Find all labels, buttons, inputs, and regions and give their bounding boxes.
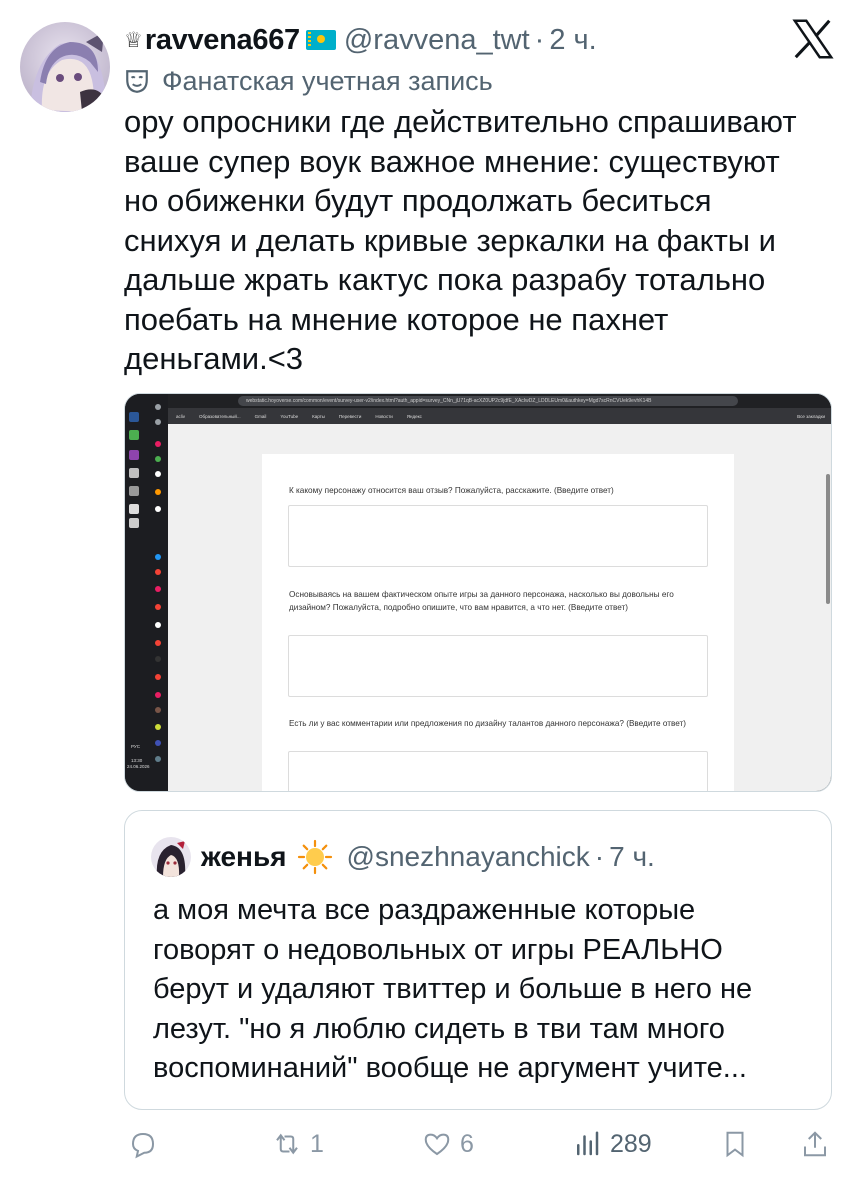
toolbar-dot: [155, 707, 161, 713]
views-count: 289: [610, 1129, 652, 1158]
toolbar-dot: [155, 456, 161, 462]
share-icon: [804, 1131, 826, 1157]
toolbar-dot: [155, 506, 161, 512]
tweet-header: ♕ ravvena667 @ravvena_twt · 2 ч.: [124, 20, 597, 60]
author-avatar[interactable]: [20, 22, 110, 112]
toolbar-dot: [155, 656, 161, 662]
question-label: Есть ли у вас комментарии или предложени…: [289, 719, 687, 728]
taskbar-time: 13:30: [131, 758, 143, 763]
x-logo-icon: [792, 19, 834, 59]
page-scrollbar[interactable]: [826, 474, 830, 604]
bookmark-button[interactable]: [720, 1124, 750, 1164]
bookmark-item: Перевести: [338, 413, 362, 419]
quoted-tweet-text: а моя мечта все раздраженные которые гов…: [153, 894, 753, 1084]
toolbar-dot: [155, 724, 161, 730]
toolbar-dot: [155, 489, 161, 495]
answer-textarea[interactable]: [288, 505, 708, 567]
reply-button[interactable]: [128, 1124, 158, 1164]
heart-icon: [424, 1133, 450, 1156]
toolbar-dot: [155, 692, 161, 698]
bookmark-icon: [726, 1131, 744, 1158]
bookmark-item: Новости: [375, 413, 393, 419]
tweet-text: ору опросники где действительно спрашива…: [124, 104, 797, 376]
taskbar-date: 24.06.2026: [127, 764, 150, 769]
toolbar-dot: [155, 419, 161, 425]
app-icon: [129, 468, 139, 478]
tweet-actions: 1 6 289: [0, 1124, 850, 1164]
theater-mask-icon: [126, 70, 148, 93]
quoted-tweet[interactable]: женья @snezhnayanchick · 7 ч. а моя мечт…: [124, 810, 832, 1110]
calculator-icon: [129, 486, 139, 496]
fan-account-text: Фанатская учетная запись: [162, 65, 493, 96]
toolbar-dot: [155, 404, 161, 410]
browser-tabstrip: webstatic.hoyoverse.com/common/event/sur…: [168, 394, 831, 408]
views-button[interactable]: 289: [572, 1124, 652, 1164]
bookmark-item: YouTube: [280, 413, 299, 419]
bookmark-item: Gmail: [254, 413, 267, 419]
toolbar-dot: [155, 740, 161, 746]
toolbar-dot: [155, 756, 161, 762]
chrome-icon: [129, 430, 139, 440]
windows-taskbar: РУС 13:30 24.06.2026: [125, 394, 168, 791]
tweet-image[interactable]: webstatic.hoyoverse.com/common/event/sur…: [124, 393, 832, 792]
retweet-icon: [276, 1133, 298, 1155]
bookmark-item: Образовательный...: [199, 413, 241, 419]
retweet-button[interactable]: 1: [272, 1124, 324, 1164]
tweet-time[interactable]: 2 ч.: [549, 24, 596, 57]
app-icon: [129, 412, 139, 422]
separator-dot: ·: [534, 23, 545, 56]
author-handle[interactable]: @ravvena_twt: [344, 24, 530, 57]
like-button[interactable]: 6: [422, 1124, 474, 1164]
answer-textarea[interactable]: [288, 751, 708, 791]
kazakhstan-flag-icon: [305, 30, 336, 50]
sun-emoji-icon: [297, 839, 332, 875]
address-bar: webstatic.hoyoverse.com/common/event/sur…: [238, 396, 738, 406]
toolbar-dot: [155, 674, 161, 680]
survey-form: К какому персонажу относится ваш отзыв? …: [262, 454, 734, 791]
fan-account-label: Фанатская учетная запись: [124, 64, 493, 98]
bookmark-item: Карты: [312, 413, 325, 419]
browser-toolbar: webstatic.hoyoverse.com/common/event/sur…: [168, 394, 831, 424]
toolbar-dot: [155, 640, 161, 646]
separator-dot: ·: [594, 841, 605, 872]
toolbar-dot: [155, 622, 161, 628]
crown-icon: ♕: [124, 28, 143, 52]
quoted-author-avatar[interactable]: [151, 837, 191, 877]
toolbar-dot: [155, 569, 161, 575]
views-chart-icon: [577, 1131, 599, 1156]
share-button[interactable]: [800, 1124, 830, 1164]
bookmarks-bar: acliv Образовательный... Gmail YouTube К…: [168, 409, 831, 423]
like-count: 6: [460, 1129, 474, 1158]
bookmark-item: acliv: [176, 413, 186, 419]
author-display-name[interactable]: ravvena667: [145, 24, 300, 57]
quoted-tweet-time[interactable]: 7 ч.: [609, 841, 655, 873]
toolbar-dot: [155, 471, 161, 477]
quoted-author-handle[interactable]: @snezhnayanchick: [347, 841, 590, 873]
answer-textarea[interactable]: [288, 635, 708, 697]
toolbar-dot: [155, 554, 161, 560]
all-bookmarks: Все закладки: [797, 413, 825, 419]
app-icon: [129, 518, 139, 528]
reply-icon: [131, 1132, 155, 1159]
question-label: Основываясь на вашем фактическом опыте и…: [289, 590, 674, 612]
quoted-tweet-header: женья @snezhnayanchick · 7 ч.: [201, 837, 655, 877]
quoted-author-display-name[interactable]: женья: [201, 841, 287, 873]
toolbar-dot: [155, 441, 161, 447]
question-label: К какому персонажу относится ваш отзыв? …: [289, 486, 614, 495]
toolbar-dot: [155, 586, 161, 592]
app-icon: [129, 450, 139, 460]
retweet-count: 1: [310, 1129, 324, 1158]
bookmark-item: Яндекс: [406, 413, 422, 419]
toolbar-dot: [155, 604, 161, 610]
app-icon: [129, 504, 139, 514]
taskbar-language: РУС: [131, 744, 141, 749]
